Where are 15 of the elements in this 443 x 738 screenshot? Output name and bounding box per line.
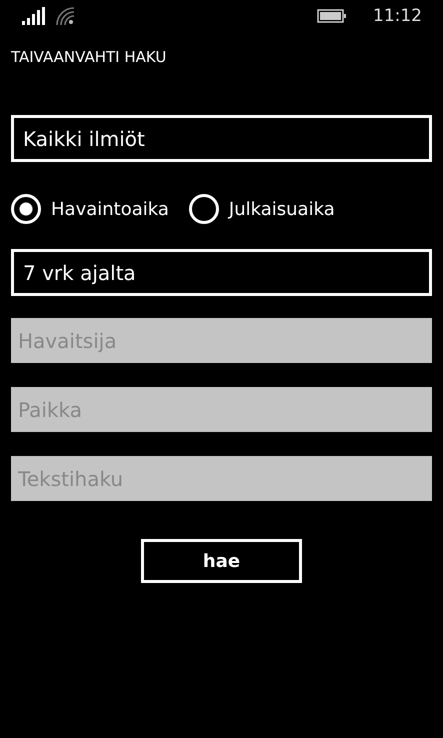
input-field[interactable]: Tekstihaku bbox=[11, 456, 432, 501]
signal-icon bbox=[22, 7, 46, 25]
period-picker[interactable]: 7 vrk ajalta bbox=[11, 249, 432, 296]
wifi-icon bbox=[56, 7, 74, 25]
battery-icon bbox=[317, 9, 347, 23]
search-button[interactable]: hae bbox=[141, 539, 302, 583]
input-field[interactable]: Paikka bbox=[11, 387, 432, 432]
clock-time: 11:12 bbox=[373, 6, 422, 26]
radio-option[interactable]: Havaintoaika bbox=[11, 194, 169, 224]
radio-label: Julkaisuaika bbox=[228, 198, 335, 220]
category-picker[interactable]: Kaikki ilmiöt bbox=[11, 115, 432, 162]
radio-label: Havaintoaika bbox=[51, 198, 169, 220]
app-title: TAIVAANVAHTI HAKU bbox=[11, 48, 168, 68]
input-field[interactable]: Havaitsija bbox=[11, 318, 432, 363]
radio-option[interactable]: Julkaisuaika bbox=[188, 194, 335, 224]
